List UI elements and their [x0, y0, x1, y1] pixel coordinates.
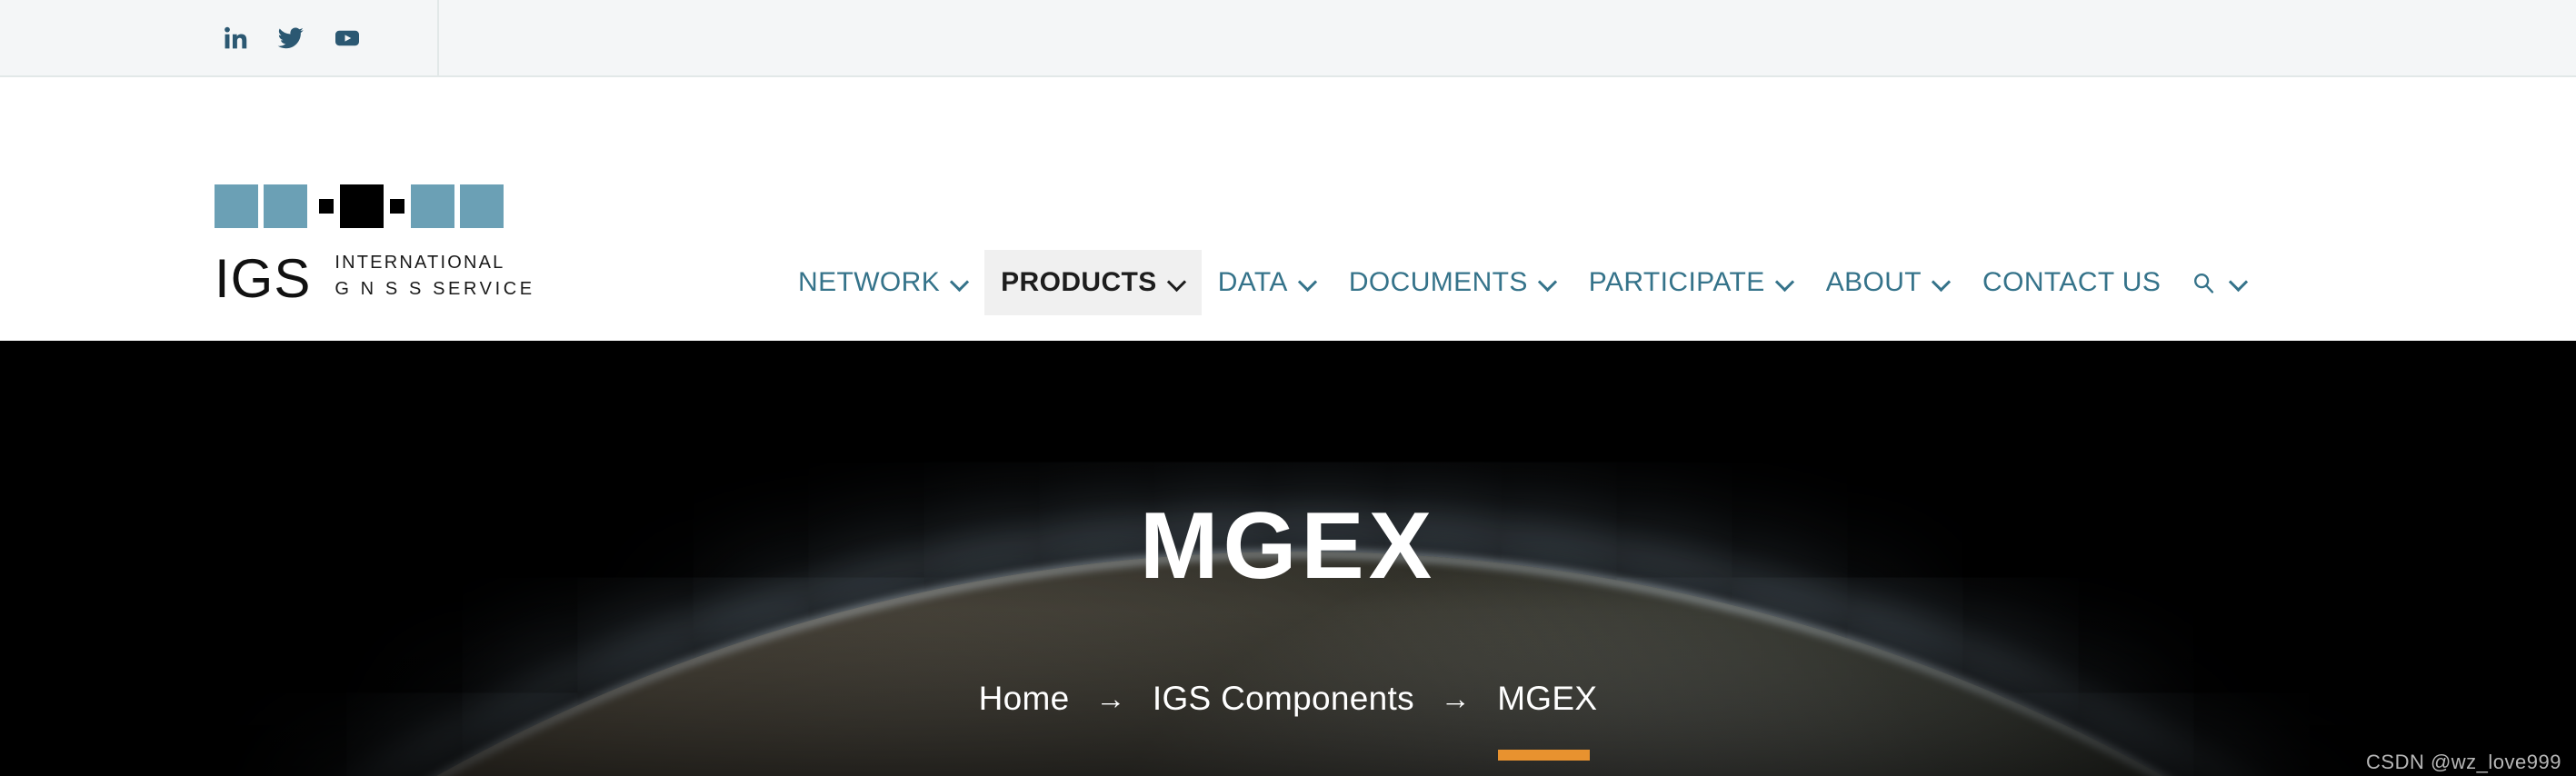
primary-navigation: NETWORK PRODUCTS DATA DOCUMENTS PARTICIP… — [782, 250, 2261, 315]
chevron-down-icon — [2231, 274, 2247, 291]
social-links — [223, 25, 361, 52]
logo-square-1 — [215, 184, 258, 228]
logo-subtitle-line1: INTERNATIONAL — [334, 253, 505, 273]
top-utility-bar — [0, 0, 2576, 77]
chevron-down-icon — [1933, 274, 1950, 291]
logo-square-4 — [411, 184, 454, 228]
logo-dot-2 — [390, 199, 404, 214]
logo-dot-1 — [319, 199, 334, 214]
breadcrumb-separator: → — [1095, 681, 1126, 715]
nav-item-about[interactable]: ABOUT — [1810, 250, 1966, 315]
twitter-icon[interactable] — [277, 25, 305, 52]
nav-item-label: PRODUCTS — [1001, 267, 1157, 297]
nav-item-label: NETWORK — [798, 267, 941, 297]
youtube-icon[interactable] — [334, 25, 361, 52]
logo-square-marks — [215, 184, 535, 228]
accent-bar — [1498, 750, 1590, 761]
nav-item-network[interactable]: NETWORK — [782, 250, 984, 315]
nav-item-label: DATA — [1217, 267, 1288, 297]
breadcrumb: Home → IGS Components → MGEX — [0, 680, 2576, 718]
breadcrumb-item-igs-components[interactable]: IGS Components — [1153, 680, 1414, 718]
nav-item-documents[interactable]: DOCUMENTS — [1333, 250, 1573, 315]
nav-item-label: PARTICIPATE — [1588, 267, 1765, 297]
nav-item-contact-us[interactable]: CONTACT US — [1966, 250, 2177, 315]
nav-item-data[interactable]: DATA — [1202, 250, 1333, 315]
igs-logo[interactable]: IGS INTERNATIONAL G N S S SERVICE — [215, 184, 535, 306]
search-icon — [2192, 271, 2215, 294]
logo-subtitle-line2: G N S S SERVICE — [334, 279, 535, 299]
logo-square-2 — [264, 184, 307, 228]
chevron-down-icon — [1300, 274, 1316, 291]
logo-square-3 — [340, 184, 384, 228]
nav-item-products[interactable]: PRODUCTS — [984, 250, 1202, 315]
breadcrumb-item-home[interactable]: Home — [979, 680, 1070, 718]
chevron-down-icon — [1777, 274, 1793, 291]
breadcrumb-item-mgex: MGEX — [1497, 680, 1598, 717]
logo-acronym: IGS — [215, 248, 312, 309]
logo-square-5 — [460, 184, 504, 228]
nav-item-label: ABOUT — [1825, 267, 1922, 297]
chevron-down-icon — [1169, 274, 1185, 291]
page-title: MGEX — [1139, 493, 1437, 599]
linkedin-icon[interactable] — [223, 25, 248, 51]
breadcrumb-separator: → — [1440, 681, 1472, 715]
topbar-divider — [437, 0, 439, 75]
site-header: IGS INTERNATIONAL G N S S SERVICE NETWOR… — [0, 77, 2576, 341]
nav-item-label: CONTACT US — [1982, 267, 2162, 297]
search-toggle[interactable] — [2177, 254, 2261, 312]
chevron-down-icon — [952, 274, 968, 291]
logo-subtitle: INTERNATIONAL G N S S SERVICE — [334, 250, 534, 306]
nav-item-participate[interactable]: PARTICIPATE — [1573, 250, 1810, 315]
nav-item-label: DOCUMENTS — [1348, 267, 1528, 297]
chevron-down-icon — [1540, 274, 1556, 291]
watermark-text: CSDN @wz_love999 — [2366, 751, 2561, 773]
logo-wordmark: IGS INTERNATIONAL G N S S SERVICE — [215, 250, 535, 306]
